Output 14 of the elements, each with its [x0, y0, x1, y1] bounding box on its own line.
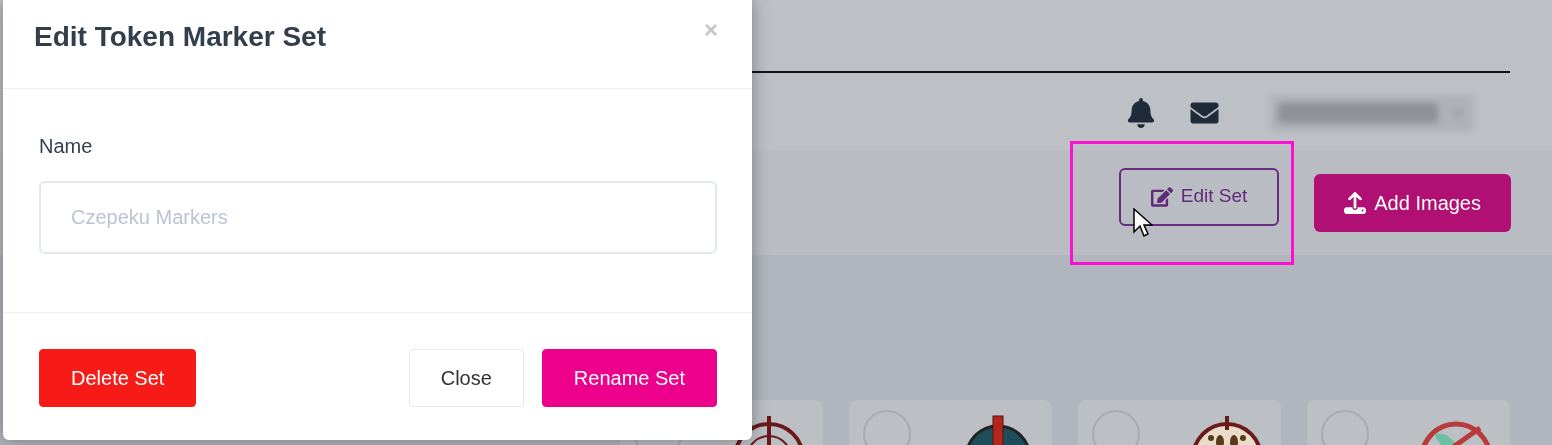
name-input-field[interactable]: Czepeku Markers	[39, 181, 717, 254]
edit-icon	[1150, 185, 1173, 208]
add-images-button[interactable]: Add Images	[1314, 173, 1511, 232]
field-label: Name	[39, 134, 94, 159]
token-card[interactable]	[849, 400, 1052, 445]
token-card[interactable]	[1078, 400, 1281, 445]
rename-button[interactable]: Rename Set	[541, 349, 717, 407]
close-text-button[interactable]: Close	[408, 349, 524, 407]
bell-icon[interactable]	[1127, 98, 1155, 128]
mouse-cursor-icon	[1132, 207, 1153, 238]
edit-set-button[interactable]: Edit Set	[1118, 167, 1280, 226]
delete-button[interactable]: Delete Set	[39, 349, 197, 407]
modal-title: Edit Token Marker Set	[34, 20, 326, 54]
upload-icon	[1344, 191, 1367, 214]
